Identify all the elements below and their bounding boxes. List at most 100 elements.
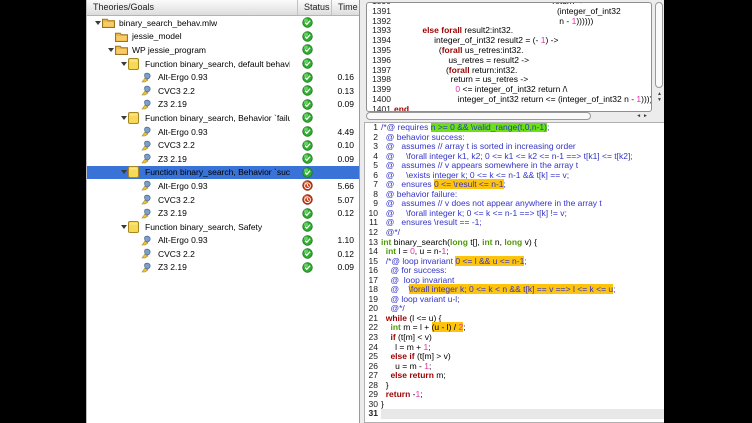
task-view-lines: 1390 return <1391 (integer_of_int321392 [367, 2, 651, 112]
prover-time: 0.09 [324, 99, 359, 109]
line-number: 1401 [367, 105, 394, 112]
tree-row[interactable]: Z3 2.190.09 [87, 261, 359, 275]
prover-time: 0.09 [324, 262, 359, 272]
task-horizontal-scrollbar[interactable]: ◄► [366, 112, 652, 121]
prover-icon [141, 194, 155, 205]
prover-icon [141, 153, 155, 164]
tree-row[interactable]: jessie_model [87, 30, 359, 44]
line-number: 31 [365, 409, 381, 419]
scroll-down-icon[interactable]: ▼ [655, 97, 664, 103]
tree-row-label: Z3 2.19 [155, 154, 290, 164]
tree-row[interactable]: CVC3 2.20.13 [87, 84, 359, 98]
status-valid-icon [290, 126, 324, 137]
code-line: 11 @ ensures \result == -1; [365, 218, 664, 228]
prover-icon [141, 99, 155, 110]
status-valid-icon [290, 235, 324, 246]
tree-row-label: Alt-Ergo 0.93 [155, 181, 290, 191]
tree-row-label: Function binary_search, default behavior [142, 59, 290, 69]
code-line: 29 return -1; [365, 390, 664, 400]
tree-row-label: Alt-Ergo 0.93 [155, 72, 290, 82]
code-line: 1401end [367, 105, 651, 112]
status-valid-icon [290, 153, 324, 164]
tree-row[interactable]: Z3 2.19 0.12 [87, 206, 359, 220]
prover-icon [141, 72, 155, 83]
expander-icon[interactable] [119, 116, 128, 120]
code-line: 1400 integer_of_int32 return <= (integer… [367, 95, 651, 105]
expander-icon[interactable] [119, 170, 128, 174]
status-valid-icon [290, 85, 324, 96]
expander-icon[interactable] [119, 62, 128, 66]
prover-time: 0.10 [324, 140, 359, 150]
column-header-status[interactable]: Status [297, 0, 331, 15]
column-header-time[interactable]: Time [331, 0, 359, 15]
tree-row-label: binary_search_behav.mlw [116, 18, 290, 28]
tree-row[interactable]: Alt-Ergo 0.934.49 [87, 125, 359, 139]
tree-row[interactable]: binary_search_behav.mlw [87, 16, 359, 30]
prover-icon [141, 208, 155, 219]
prover-icon [141, 140, 155, 151]
task-vertical-scrollbar[interactable]: ▲ ▼ [655, 2, 664, 114]
tree-row-label: Function binary_search, Behavior `succes… [142, 167, 290, 177]
source-view[interactable]: 1/*@ requires n >= 0 && \valid_range(t,0… [364, 122, 664, 423]
tree-row[interactable]: Alt-Ergo 0.931.10 [87, 234, 359, 248]
tree-row[interactable]: CVC3 2.2 0.12 [87, 247, 359, 261]
status-valid-icon [290, 58, 324, 69]
scroll-right-icon[interactable]: ► [643, 113, 650, 119]
tree-row-label: Z3 2.19 [155, 208, 290, 218]
theories-goals-panel: Theories/Goals Status Time binary_search… [86, 0, 360, 423]
scroll-left-icon[interactable]: ◄ [636, 113, 643, 119]
status-valid-icon [290, 99, 324, 110]
tree-row[interactable]: Function binary_search, Safety [87, 220, 359, 234]
tree-row[interactable]: CVC3 2.2 5.07 [87, 193, 359, 207]
prover-time: 0.16 [324, 72, 359, 82]
tree-row[interactable]: Function binary_search, Behavior `failur… [87, 111, 359, 125]
status-valid-icon [290, 140, 324, 151]
prover-time: 0.12 [324, 249, 359, 259]
status-valid-icon [290, 221, 324, 232]
prover-icon [141, 126, 155, 137]
code-line: 27 else return m; [365, 371, 664, 381]
prover-time: 5.07 [324, 195, 359, 205]
tree-rows: binary_search_behav.mlw jessie_model WP je… [87, 16, 359, 423]
status-valid-icon [290, 72, 324, 83]
prover-time: 0.12 [324, 208, 359, 218]
tree-row[interactable]: Alt-Ergo 0.93 0.16 [87, 70, 359, 84]
prover-time: 5.66 [324, 181, 359, 191]
tree-row[interactable]: Function binary_search, Behavior `succes… [87, 166, 359, 180]
task-view[interactable]: 1390 return <1391 (integer_of_int321392 [366, 2, 652, 112]
expander-icon[interactable] [93, 21, 102, 25]
tree-row-label: CVC3 2.2 [155, 195, 290, 205]
expander-icon[interactable] [119, 225, 128, 229]
tree-row[interactable]: Alt-Ergo 0.93 5.66 [87, 179, 359, 193]
tree-row-label: CVC3 2.2 [155, 249, 290, 259]
source-view-lines: 1/*@ requires n >= 0 && \valid_range(t,0… [365, 123, 664, 419]
status-valid-icon [290, 208, 324, 219]
code-line: 30} [365, 400, 664, 410]
tree-row-label: jessie_model [129, 31, 290, 41]
status-timeout-icon [290, 180, 324, 191]
tree-row[interactable]: Z3 2.190.09 [87, 98, 359, 112]
status-valid-icon [290, 31, 324, 42]
tree-row[interactable]: Z3 2.190.09 [87, 152, 359, 166]
prover-time: 0.13 [324, 86, 359, 96]
horizontal-scrollbar-thumb[interactable] [366, 112, 591, 120]
status-timeout-icon [290, 194, 324, 205]
prover-time: 1.10 [324, 235, 359, 245]
expander-icon[interactable] [106, 48, 115, 52]
code-line: 31 [365, 409, 664, 419]
tree-row-label: Function binary_search, Safety [142, 222, 290, 232]
tree-row-label: CVC3 2.2 [155, 140, 290, 150]
why3-ide-window: Theories/Goals Status Time binary_search… [86, 0, 664, 423]
screenshot-root: Theories/Goals Status Time binary_search… [0, 0, 752, 423]
tree-row[interactable]: Function binary_search, default behavior [87, 57, 359, 71]
tree-row[interactable]: WP jessie_program [87, 43, 359, 57]
document-icon [128, 58, 142, 70]
folder-icon [115, 44, 129, 55]
tree-row[interactable]: CVC3 2.2 0.10 [87, 138, 359, 152]
status-valid-icon [290, 262, 324, 273]
code-line: 19 @ loop variant u-l; [365, 295, 664, 305]
prover-icon [141, 85, 155, 96]
tree-row-label: Alt-Ergo 0.93 [155, 127, 290, 137]
column-header-theories-goals[interactable]: Theories/Goals [87, 0, 297, 15]
vertical-scrollbar-thumb[interactable] [655, 2, 663, 88]
